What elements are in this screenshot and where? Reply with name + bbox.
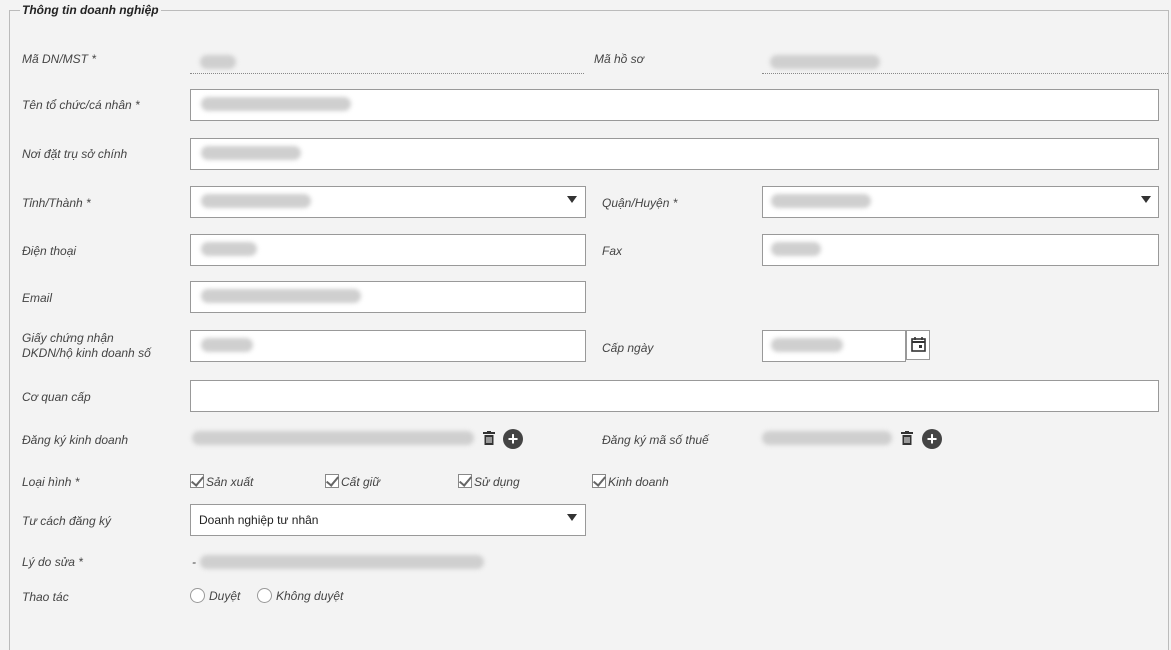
label-dien-thoai: Điện thoại [22, 244, 77, 258]
dang-ky-ma-so-thue-file-blurred[interactable] [762, 431, 892, 445]
loai-hinh-su-dung-label: Sử dụng [474, 475, 520, 489]
trash-icon[interactable] [483, 431, 495, 445]
label-cap-ngay: Cấp ngày [602, 341, 654, 355]
label-tinh-thanh: Tỉnh/Thành * [22, 196, 91, 210]
checkbox-cat-giu[interactable] [325, 474, 339, 488]
add-circle-icon[interactable]: + [922, 429, 942, 449]
tu-cach-selected: Doanh nghiệp tư nhân [199, 513, 319, 527]
fax-blurred [771, 242, 821, 256]
label-tu-cach-dang-ky: Tư cách đăng ký [22, 514, 111, 528]
label-loai-hinh: Loại hình * [22, 475, 80, 489]
label-ma-dn: Mã DN/MST * [22, 52, 97, 66]
checkbox-kinh-doanh[interactable] [592, 474, 606, 488]
label-thao-tac: Thao tác [22, 590, 69, 604]
email-blurred [201, 289, 361, 303]
loai-hinh-san-xuat-label: Sản xuất [206, 475, 254, 489]
co-quan-cap-input[interactable] [190, 380, 1159, 412]
label-fax: Fax [602, 244, 623, 258]
ten-to-chuc-blurred [201, 97, 351, 111]
dang-ky-kinh-doanh-file-blurred[interactable] [192, 431, 474, 445]
checkbox-san-xuat[interactable] [190, 474, 204, 488]
radio-khong-duyet-label: Không duyệt [276, 589, 344, 603]
tu-cach-dang-ky-select[interactable]: Doanh nghiệp tư nhân [190, 504, 586, 536]
label-ly-do-sua: Lý do sửa * [22, 555, 83, 569]
loai-hinh-cat-giu-label: Cất giữ [341, 475, 380, 489]
ten-to-chuc-input[interactable] [190, 89, 1159, 121]
add-circle-icon[interactable]: + [503, 429, 523, 449]
giay-chung-nhan-blurred [201, 338, 253, 352]
radio-duyet-label: Duyệt [209, 589, 241, 603]
label-quan-huyen: Quận/Huyện * [602, 196, 678, 210]
tinh-thanh-select[interactable] [190, 186, 586, 218]
label-giay-chung-nhan-1: Giấy chứng nhận [22, 331, 114, 345]
section-legend: Thông tin doanh nghiệp [20, 3, 161, 17]
label-co-quan-cap: Cơ quan cấp [22, 390, 91, 404]
ma-dn-blurred [200, 55, 236, 69]
label-ma-ho-so: Mã hồ sơ [594, 52, 644, 66]
ma-ho-so-blurred [770, 55, 880, 69]
quan-huyen-select[interactable] [762, 186, 1159, 218]
label-ten-to-chuc: Tên tổ chức/cá nhân * [22, 98, 140, 112]
quan-huyen-blurred [771, 194, 871, 208]
email-input[interactable] [190, 281, 586, 313]
noi-dat-blurred [201, 146, 301, 160]
dropdown-caret-icon [1141, 196, 1151, 203]
ly-do-sua-prefix: - [192, 555, 196, 569]
radio-duyet[interactable] [190, 588, 205, 603]
label-email: Email [22, 291, 53, 305]
trash-icon[interactable] [901, 431, 913, 445]
loai-hinh-kinh-doanh-label: Kinh doanh [608, 475, 669, 489]
radio-khong-duyet[interactable] [257, 588, 272, 603]
dropdown-caret-icon [567, 514, 577, 521]
label-noi-dat-tru-so: Nơi đặt trụ sở chính [22, 147, 128, 161]
dien-thoai-blurred [201, 242, 257, 256]
ly-do-sua-blurred [200, 555, 484, 569]
label-giay-chung-nhan-2: DKDN/hộ kinh doanh số [22, 346, 151, 360]
noi-dat-tru-so-input[interactable] [190, 138, 1159, 170]
cap-ngay-input[interactable] [762, 330, 906, 362]
fax-input[interactable] [762, 234, 1159, 266]
label-dang-ky-ma-so-thue: Đăng ký mã số thuế [602, 433, 709, 447]
giay-chung-nhan-input[interactable] [190, 330, 586, 362]
ma-dn-value [190, 73, 584, 74]
calendar-button[interactable] [906, 330, 930, 360]
dien-thoai-input[interactable] [190, 234, 586, 266]
checkbox-su-dung[interactable] [458, 474, 472, 488]
ma-ho-so-value [762, 73, 1168, 74]
label-dang-ky-kinh-doanh: Đăng ký kinh doanh [22, 433, 129, 447]
dropdown-caret-icon [567, 196, 577, 203]
calendar-icon [911, 337, 926, 352]
tinh-thanh-blurred [201, 194, 311, 208]
cap-ngay-blurred [771, 338, 843, 352]
